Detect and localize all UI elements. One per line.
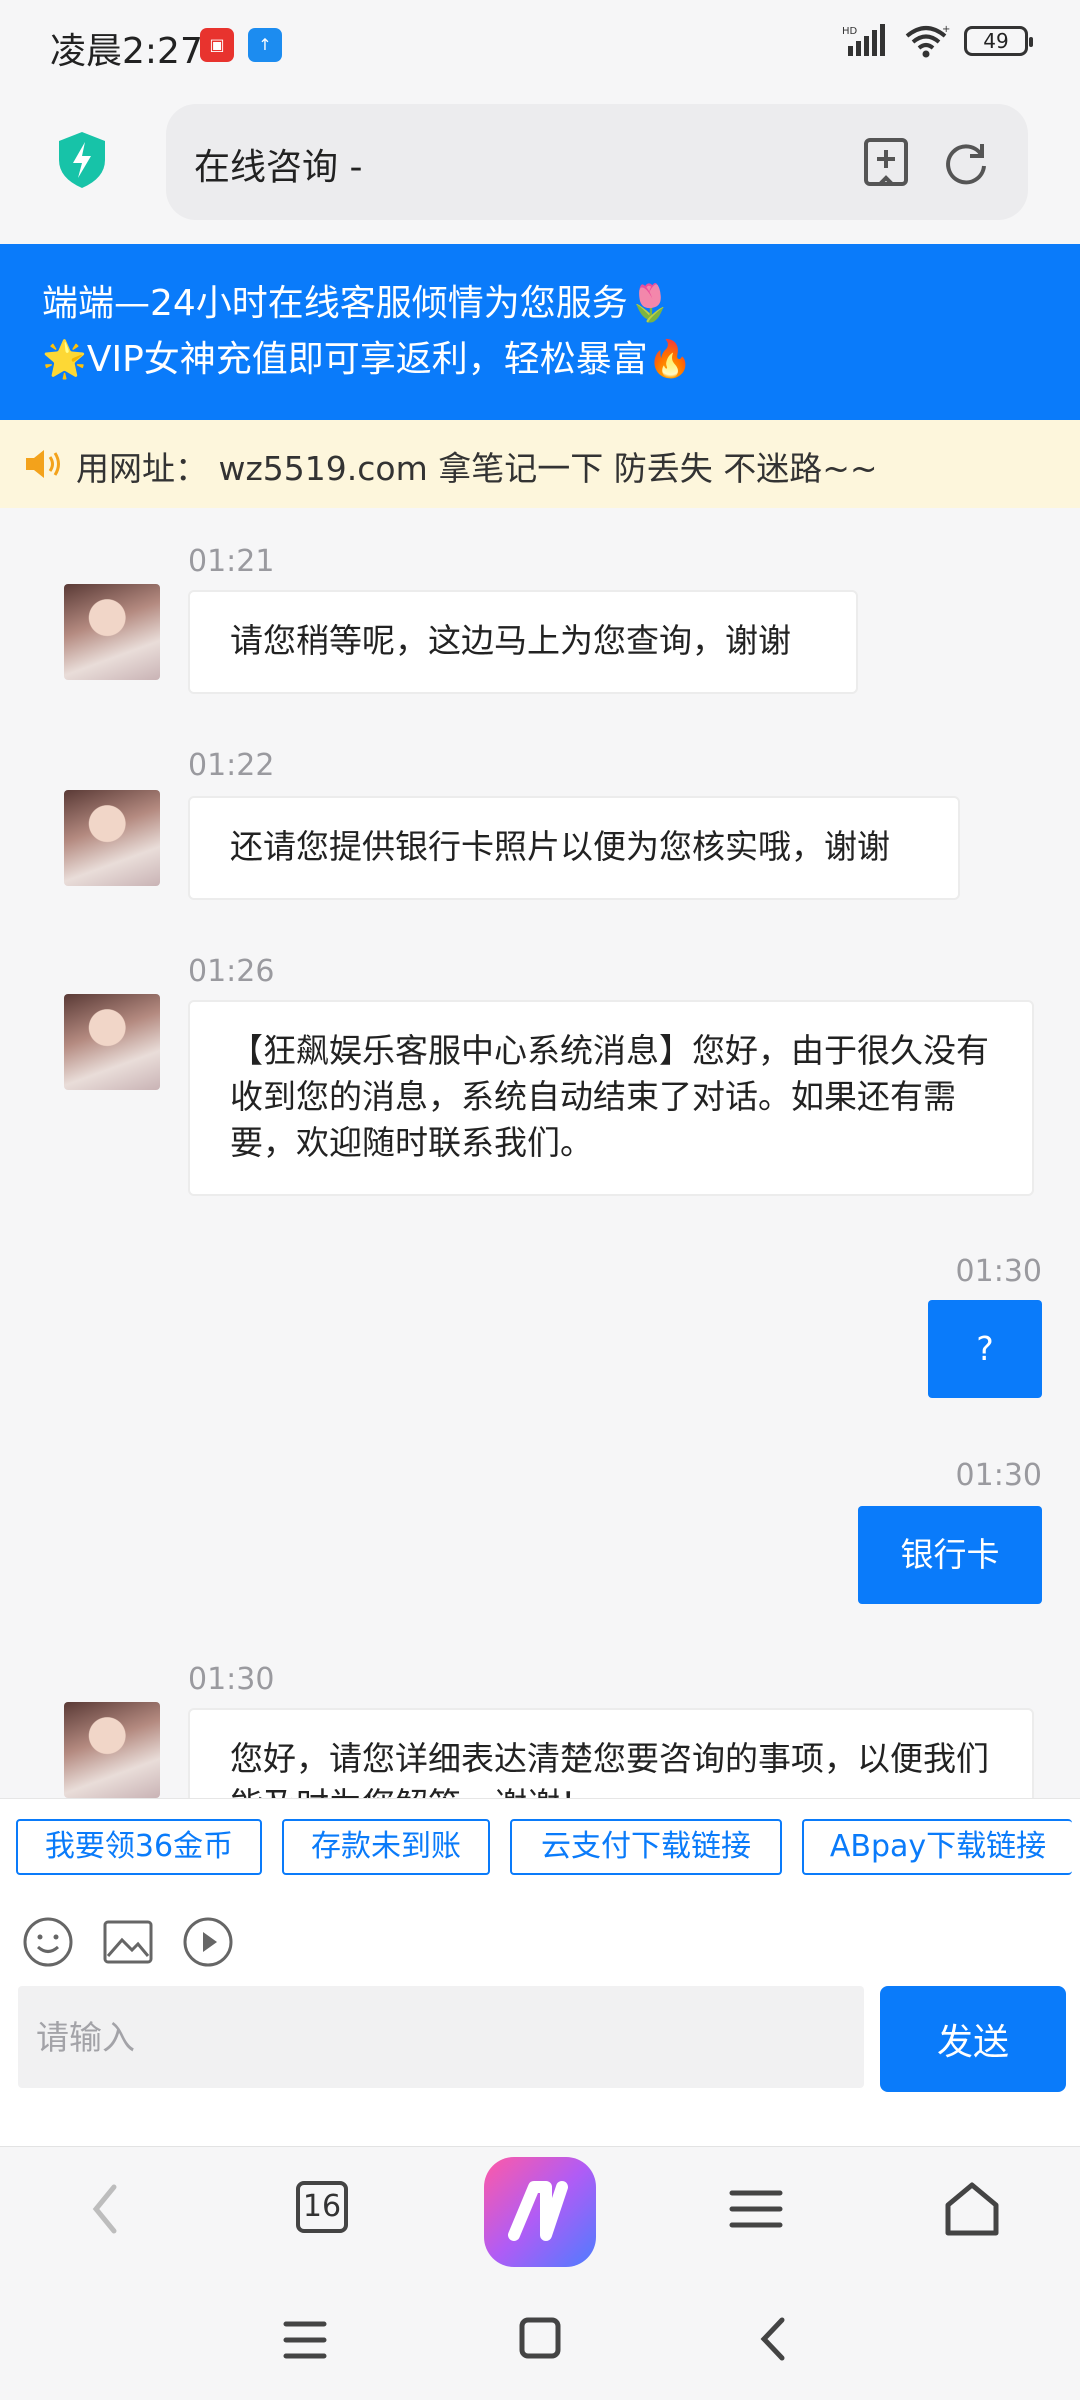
page-title: 在线咨询 - — [194, 147, 363, 188]
agent-avatar — [64, 1702, 160, 1798]
agent-message-bubble: 您好，请您详细表达清楚您要咨询的事项，以便我们能及时为您解答，谢谢！ — [188, 1708, 1034, 1798]
add-bookmark-icon[interactable] — [858, 134, 914, 190]
signal-icon: HD — [842, 24, 885, 56]
notification-upload-icon: ↑ — [248, 28, 282, 62]
quick-reply-chip[interactable]: 我要领36金币 — [16, 1819, 262, 1875]
browser-bottom-bar: 16 — [0, 2146, 1080, 2277]
agent-avatar — [64, 994, 160, 1090]
notice-line-1: 端端—24小时在线客服倾情为您服务🌷 — [42, 283, 673, 324]
browser-toolbar: 在线咨询 - — [0, 92, 1080, 244]
system-back-icon[interactable] — [752, 2314, 796, 2364]
video-icon[interactable] — [182, 1916, 234, 1968]
message-time: 01:26 — [188, 954, 275, 989]
notification-app-icon: ▣ — [200, 28, 234, 62]
quick-reply-chip[interactable]: 云支付下载链接 — [510, 1819, 782, 1875]
svg-text:+: + — [942, 24, 950, 35]
agent-message-bubble: 还请您提供银行卡照片以便为您核实哦，谢谢 — [188, 796, 960, 900]
send-button[interactable]: 发送 — [880, 1986, 1066, 2092]
chat-messages[interactable]: 01:21 请您稍等呢，这边马上为您查询，谢谢 01:22 还请您提供银行卡照片… — [0, 508, 1080, 1798]
menu-icon[interactable] — [720, 2173, 792, 2245]
app-logo-icon — [508, 2181, 568, 2241]
message-time: 01:30 — [955, 1458, 1042, 1493]
agent-avatar — [64, 790, 160, 886]
user-message-bubble: 银行卡 — [858, 1506, 1042, 1604]
agent-message-bubble: 【狂飙娱乐客服中心系统消息】您好，由于很久没有收到您的消息，系统自动结束了对话。… — [188, 1000, 1034, 1196]
marquee-text: 用网址： wz5519.com 拿笔记一下 防丢失 不迷路~~ — [76, 449, 878, 488]
address-bar[interactable]: 在线咨询 - — [166, 104, 1028, 220]
message-time: 01:21 — [188, 544, 275, 579]
battery-level: 49 — [983, 29, 1009, 53]
quick-reply-chip[interactable]: ABpay下载链接 — [802, 1819, 1072, 1875]
quick-reply-chip[interactable]: 存款未到账 — [282, 1819, 490, 1875]
battery-indicator: 49 — [964, 26, 1033, 56]
emoji-icon[interactable] — [22, 1916, 74, 1968]
status-time: 凌晨2:27 — [50, 31, 203, 72]
speaker-icon — [26, 450, 60, 478]
system-navigation-bar — [0, 2276, 1080, 2400]
system-home-icon[interactable] — [516, 2314, 564, 2362]
user-message-bubble: ? — [928, 1300, 1042, 1398]
notice-line-2: 🌟VIP女神充值即可享返利，轻松暴富🔥 — [42, 339, 693, 380]
agent-avatar — [64, 584, 160, 680]
message-composer: 发送 — [0, 1986, 1080, 2146]
svg-text:HD: HD — [842, 26, 858, 37]
message-time: 01:30 — [188, 1662, 275, 1697]
wifi-icon: + — [905, 24, 950, 58]
agent-message-bubble: 请您稍等呢，这边马上为您查询，谢谢 — [188, 590, 858, 694]
chat-toolbar — [0, 1894, 1080, 1986]
announcement-marquee: 用网址： wz5519.com 拿笔记一下 防丢失 不迷路~~ — [0, 420, 1080, 508]
service-notice-banner: 端端—24小时在线客服倾情为您服务🌷 🌟VIP女神充值即可享返利，轻松暴富🔥 — [0, 244, 1080, 420]
security-shield-icon[interactable] — [56, 130, 108, 190]
browser-app-button[interactable] — [484, 2157, 596, 2267]
image-icon[interactable] — [102, 1916, 154, 1968]
quick-reply-bar: 我要领36金币 存款未到账 云支付下载链接 ABpay下载链接 — [0, 1798, 1080, 1895]
back-icon[interactable] — [70, 2173, 142, 2245]
recents-icon[interactable] — [280, 2318, 330, 2362]
tab-count-button[interactable]: 16 — [296, 2181, 348, 2233]
refresh-icon[interactable] — [938, 134, 994, 190]
message-time: 01:30 — [955, 1254, 1042, 1289]
home-icon[interactable] — [936, 2173, 1008, 2245]
message-input[interactable] — [18, 1986, 864, 2088]
status-bar: 凌晨2:27 ▣ ↑ HD + 49 — [0, 0, 1080, 92]
message-time: 01:22 — [188, 748, 275, 783]
